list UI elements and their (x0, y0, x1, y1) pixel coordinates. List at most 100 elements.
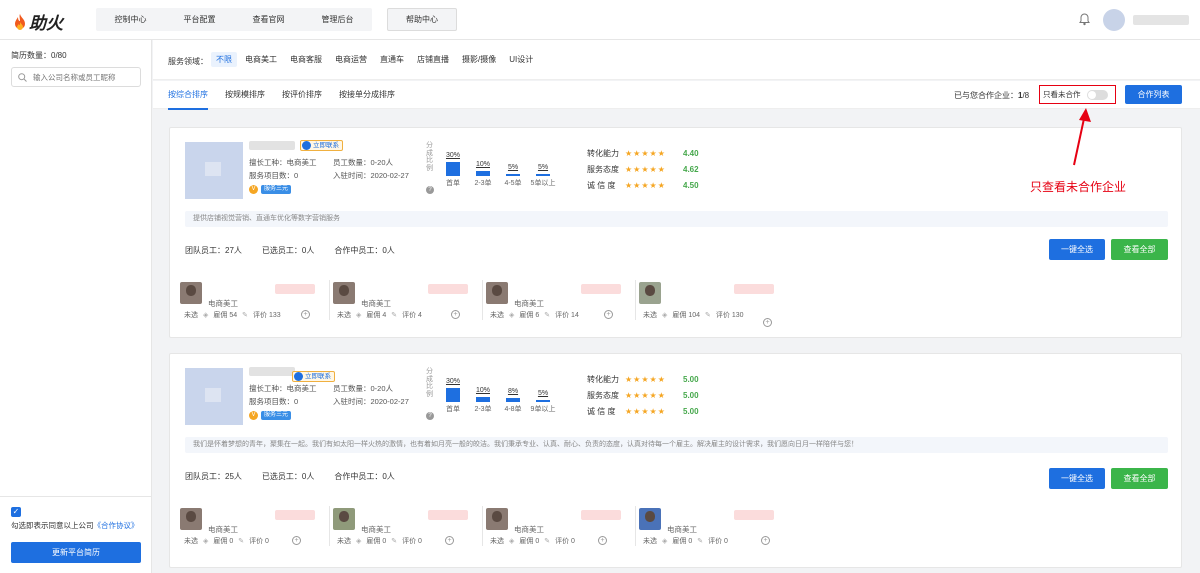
tag-icon: ◈ (662, 312, 668, 319)
member-avatar[interactable] (486, 508, 508, 530)
view-all-button[interactable]: 查看全部 (1111, 239, 1168, 260)
service-tag: 服务三元 (261, 185, 292, 194)
resume-count: 简历数量：0/80 (11, 51, 67, 60)
add-member-icon[interactable]: + (763, 318, 772, 327)
member-name-blurred (581, 284, 621, 294)
share-bar-category: 9单以上 (530, 406, 556, 413)
filter-option-operation[interactable]: 电商运营 (330, 52, 372, 67)
filter-option-live[interactable]: 店铺直播 (412, 52, 454, 67)
star-icon: ★★★★★ (625, 180, 666, 190)
share-bar: 5% (534, 390, 552, 402)
filter-option-design[interactable]: 电商美工 (240, 52, 282, 67)
share-bar: 5% (534, 164, 552, 176)
help-center-button[interactable]: 帮助中心 (387, 8, 457, 31)
member-item[interactable]: 电商美工 未选 ◈ 雇佣 6 ✎ 评价 14 + (486, 278, 636, 324)
search-box[interactable] (11, 67, 141, 87)
select-all-button[interactable]: 一键全选 (1049, 468, 1105, 489)
member-item[interactable]: 电商美工 未选 ◈ 雇佣 54 ✎ 评价 133 + (180, 278, 330, 324)
member-item[interactable]: 电商美工 未选 ◈ 雇佣 0 ✎ 评价 0 + (639, 504, 789, 550)
nav-official-site[interactable]: 查看官网 (234, 8, 303, 31)
nav-control-center[interactable]: 控制中心 (96, 8, 165, 31)
contact-now-button[interactable]: 立即联系 (300, 140, 343, 151)
add-member-icon[interactable]: + (301, 310, 310, 319)
share-bar-category: 2-3单 (474, 180, 492, 187)
filter-option-service[interactable]: 电商客服 (285, 52, 327, 67)
team-selected: 已选员工：0人 (261, 246, 315, 255)
search-input[interactable] (33, 72, 133, 82)
agreement-link[interactable]: 《合作协议》 (94, 521, 139, 530)
share-ratio-chart: 30% 首单 10% 2-3单 5% 4-5单 5% 5单以上 (444, 150, 594, 202)
view-all-button[interactable]: 查看全部 (1111, 468, 1168, 489)
member-avatar[interactable] (180, 508, 202, 530)
add-member-icon[interactable]: + (604, 310, 613, 319)
select-all-button[interactable]: 一键全选 (1049, 239, 1105, 260)
member-name-blurred (275, 510, 315, 520)
tab-sort-share[interactable]: 按接单分成排序 (339, 81, 395, 110)
member-avatar[interactable] (333, 282, 355, 304)
member-avatar[interactable] (333, 508, 355, 530)
member-avatar[interactable] (639, 508, 661, 530)
user-avatar[interactable] (1103, 9, 1125, 31)
company-name-blurred[interactable] (249, 367, 295, 376)
brand-logo[interactable]: 助火 (14, 9, 63, 34)
filter-option-all[interactable]: 不限 (211, 52, 237, 67)
member-hire: 雇佣 104 (672, 312, 701, 319)
coop-list-button[interactable]: 合作列表 (1125, 85, 1182, 104)
company-logo[interactable] (185, 368, 243, 425)
coop-count: 已与您合作企业：1/8 (954, 90, 1029, 101)
member-role: 电商美工 (361, 525, 391, 534)
add-member-icon[interactable]: + (445, 536, 454, 545)
add-member-icon[interactable]: + (761, 536, 770, 545)
member-item[interactable]: 电商美工 未选 ◈ 雇佣 0 ✎ 评价 0 + (180, 504, 330, 550)
rating-conversion: 转化能力 ★★★★★ 5.00 (587, 371, 699, 387)
member-item[interactable]: 电商美工 未选 ◈ 雇佣 0 ✎ 评价 0 + (333, 504, 483, 550)
question-icon[interactable]: ? (426, 186, 434, 194)
filter-option-ui[interactable]: UI设计 (504, 52, 538, 67)
member-status: 未选 (337, 538, 351, 545)
update-resume-button[interactable]: 更新平台简历 (11, 542, 141, 563)
company-join-date: 入驻时间：2020-02-27 (333, 397, 409, 406)
filter-option-ztc[interactable]: 直通车 (375, 52, 409, 67)
edit-icon: ✎ (242, 312, 248, 319)
rating-value: 5.00 (683, 390, 699, 400)
rating-value: 4.62 (683, 164, 699, 174)
tab-sort-overall[interactable]: 按综合排序 (168, 81, 208, 110)
member-avatar[interactable] (639, 282, 661, 304)
search-icon (18, 72, 27, 82)
team-selected: 已选员工：0人 (261, 472, 315, 481)
member-name-blurred (428, 510, 468, 520)
tab-sort-rating[interactable]: 按评价排序 (282, 81, 322, 110)
member-item[interactable]: 未选 ◈ 雇佣 104 ✎ 评价 130 + (639, 278, 789, 327)
member-role: 电商美工 (667, 525, 697, 534)
member-avatar[interactable] (486, 282, 508, 304)
only-uncooperated-toggle[interactable] (1086, 89, 1108, 100)
contact-label: 立即联系 (313, 142, 339, 149)
star-icon: ★★★★★ (625, 164, 666, 174)
company-name-blurred[interactable] (249, 141, 295, 150)
star-icon: ★★★★★ (625, 374, 666, 384)
star-icon: ★★★★★ (625, 406, 666, 416)
question-icon[interactable]: ? (426, 412, 434, 420)
agree-checkbox[interactable]: ✓ (11, 507, 21, 517)
nav-platform-config[interactable]: 平台配置 (165, 8, 234, 31)
share-bar-label: 10% (475, 161, 490, 168)
filter-option-photo[interactable]: 摄影/摄像 (457, 52, 501, 67)
bell-icon[interactable] (1079, 13, 1090, 26)
edit-icon: ✎ (391, 538, 398, 545)
tag-icon: ◈ (203, 312, 209, 319)
add-member-icon[interactable]: + (451, 310, 460, 319)
member-item[interactable]: 电商美工 未选 ◈ 雇佣 0 ✎ 评价 0 + (486, 504, 636, 550)
share-bar-fill (476, 171, 490, 176)
add-member-icon[interactable]: + (292, 536, 301, 545)
nav-admin[interactable]: 管理后台 (303, 8, 372, 31)
company-logo[interactable] (185, 142, 243, 199)
company-card: 立即联系 擅长工种：电商美工 服务项目数：0 员工数量：0-20人 入驻时间：2… (169, 353, 1182, 568)
member-item[interactable]: 电商美工 未选 ◈ 雇佣 4 ✎ 评价 4 + (333, 278, 483, 324)
user-name-blurred[interactable] (1133, 15, 1189, 25)
member-avatar[interactable] (180, 282, 202, 304)
contact-now-button[interactable]: 立即联系 (292, 371, 335, 382)
add-member-icon[interactable]: + (598, 536, 607, 545)
tab-sort-scale[interactable]: 按规模排序 (225, 81, 265, 110)
share-bar-category: 首单 (446, 180, 460, 187)
member-hire: 雇佣 54 (213, 312, 238, 319)
